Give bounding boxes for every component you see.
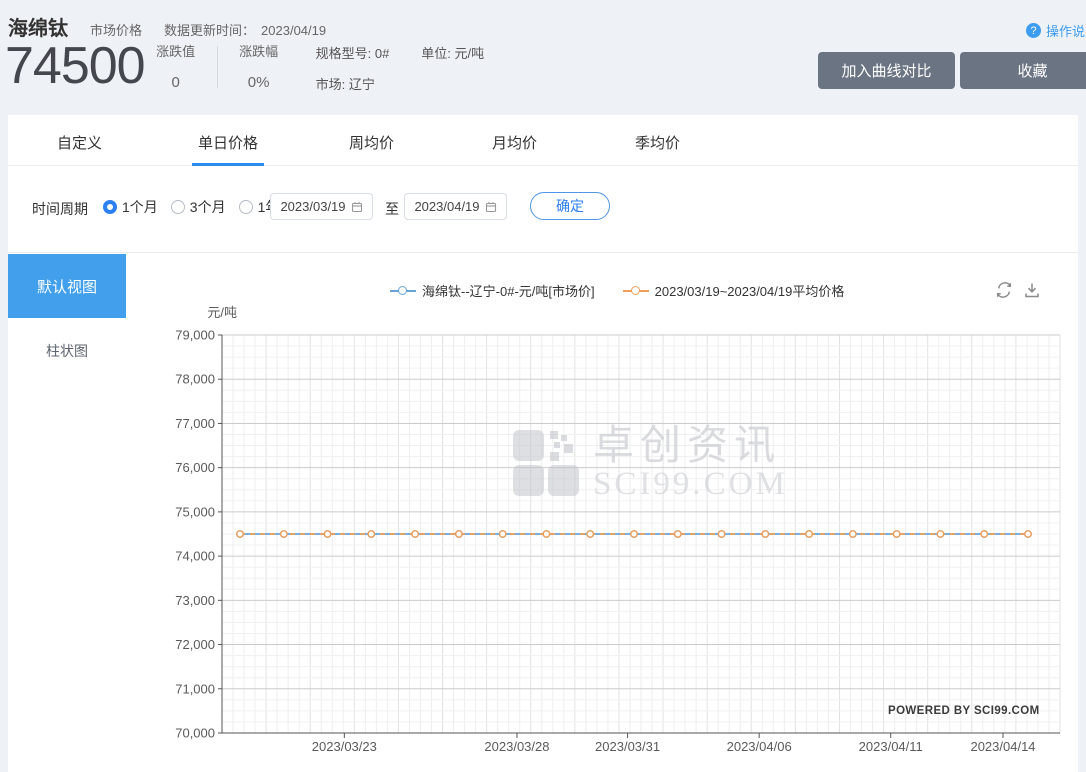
- period-label: 时间周期: [32, 199, 88, 219]
- change-pct-label: 涨跌幅: [228, 41, 290, 60]
- help-link[interactable]: ? 操作说明: [1026, 21, 1086, 40]
- current-price: 74500: [5, 36, 145, 96]
- svg-text:2023/03/31: 2023/03/31: [595, 739, 660, 754]
- svg-text:78,000: 78,000: [175, 372, 215, 387]
- svg-text:2023/03/23: 2023/03/23: [312, 739, 377, 754]
- question-icon: ?: [1026, 23, 1041, 38]
- spec-label: 规格型号: 0#: [316, 43, 390, 62]
- powered-by-label: POWERED BY SCI99.COM: [888, 705, 1040, 717]
- favorite-button[interactable]: 收藏: [960, 52, 1086, 89]
- price-row: 74500 涨跌值 0 涨跌幅 0% 规格型号: 0# 市场: 辽宁 单位: 元…: [5, 36, 484, 96]
- to-label: 至: [385, 199, 399, 219]
- tab-weekly-avg[interactable]: 周均价: [349, 132, 394, 153]
- svg-text:73,000: 73,000: [175, 593, 215, 608]
- add-compare-button[interactable]: 加入曲线对比: [818, 52, 955, 89]
- confirm-button[interactable]: 确定: [530, 192, 610, 220]
- svg-text:72,000: 72,000: [175, 637, 215, 652]
- svg-text:2023/04/11: 2023/04/11: [859, 739, 923, 754]
- calendar-icon: [485, 201, 497, 213]
- radio-option-1[interactable]: 3个月: [171, 197, 226, 217]
- svg-text:76,000: 76,000: [175, 460, 215, 475]
- svg-text:74,000: 74,000: [175, 549, 215, 564]
- svg-text:2023/03/28: 2023/03/28: [484, 739, 549, 754]
- change-value: 0: [145, 74, 207, 91]
- calendar-icon: [351, 201, 363, 213]
- tab-custom[interactable]: 自定义: [57, 132, 102, 153]
- radio-3m-icon: [171, 200, 185, 214]
- date-from-input[interactable]: 2023/03/19: [270, 193, 373, 220]
- spec-market-block: 规格型号: 0# 市场: 辽宁: [316, 43, 390, 93]
- help-link-label: 操作说明: [1046, 21, 1086, 40]
- sidebar-item-default-view[interactable]: 默认视图: [8, 254, 126, 318]
- period-radio-group: 1个月 3个月 1年: [103, 197, 292, 217]
- change-value-label: 涨跌值: [145, 41, 207, 60]
- svg-text:2023/04/06: 2023/04/06: [727, 739, 792, 754]
- svg-text:71,000: 71,000: [175, 681, 215, 696]
- header: 海绵钛 市场价格 数据更新时间： 2023/04/19 74500 涨跌值 0 …: [0, 0, 1086, 115]
- unit-label: 单位: 元/吨: [421, 43, 484, 62]
- svg-text:77,000: 77,000: [175, 416, 215, 431]
- tab-daily-price[interactable]: 单日价格: [198, 132, 258, 153]
- change-pct: 0%: [228, 74, 290, 91]
- tab-bar: 自定义 单日价格 周均价 月均价 季均价: [8, 115, 1078, 166]
- price-chart-svg: 79,000 78,000 77,000 76,000 75,000 74,000 73,0…: [130, 260, 1078, 765]
- tab-quarterly-avg[interactable]: 季均价: [635, 132, 680, 153]
- radio-1m-icon: [103, 200, 117, 214]
- tab-monthly-avg[interactable]: 月均价: [492, 132, 537, 153]
- change-pct-block: 涨跌幅 0%: [228, 41, 290, 91]
- svg-text:2023/04/14: 2023/04/14: [970, 739, 1035, 754]
- market-label: 市场: 辽宁: [316, 74, 390, 93]
- svg-text:70,000: 70,000: [175, 726, 215, 741]
- filter-bar: 时间周期 1个月 3个月 1年 2023/03/19 至 2023/04/19: [8, 166, 1078, 253]
- change-value-block: 涨跌值 0: [145, 41, 207, 91]
- svg-text:75,000: 75,000: [175, 504, 215, 519]
- radio-option-0[interactable]: 1个月: [103, 197, 158, 217]
- svg-text:79,000: 79,000: [175, 328, 215, 343]
- radio-1y-icon: [239, 200, 253, 214]
- chart-panel: 默认视图 柱状图 海绵钛--辽宁-0#-元/吨[市场价] 2023/03/19~…: [8, 253, 1078, 772]
- date-to-input[interactable]: 2023/04/19: [404, 193, 507, 220]
- svg-text:元/吨: 元/吨: [207, 305, 237, 320]
- divider: [217, 46, 218, 88]
- sidebar-item-bar-chart[interactable]: 柱状图: [8, 341, 126, 361]
